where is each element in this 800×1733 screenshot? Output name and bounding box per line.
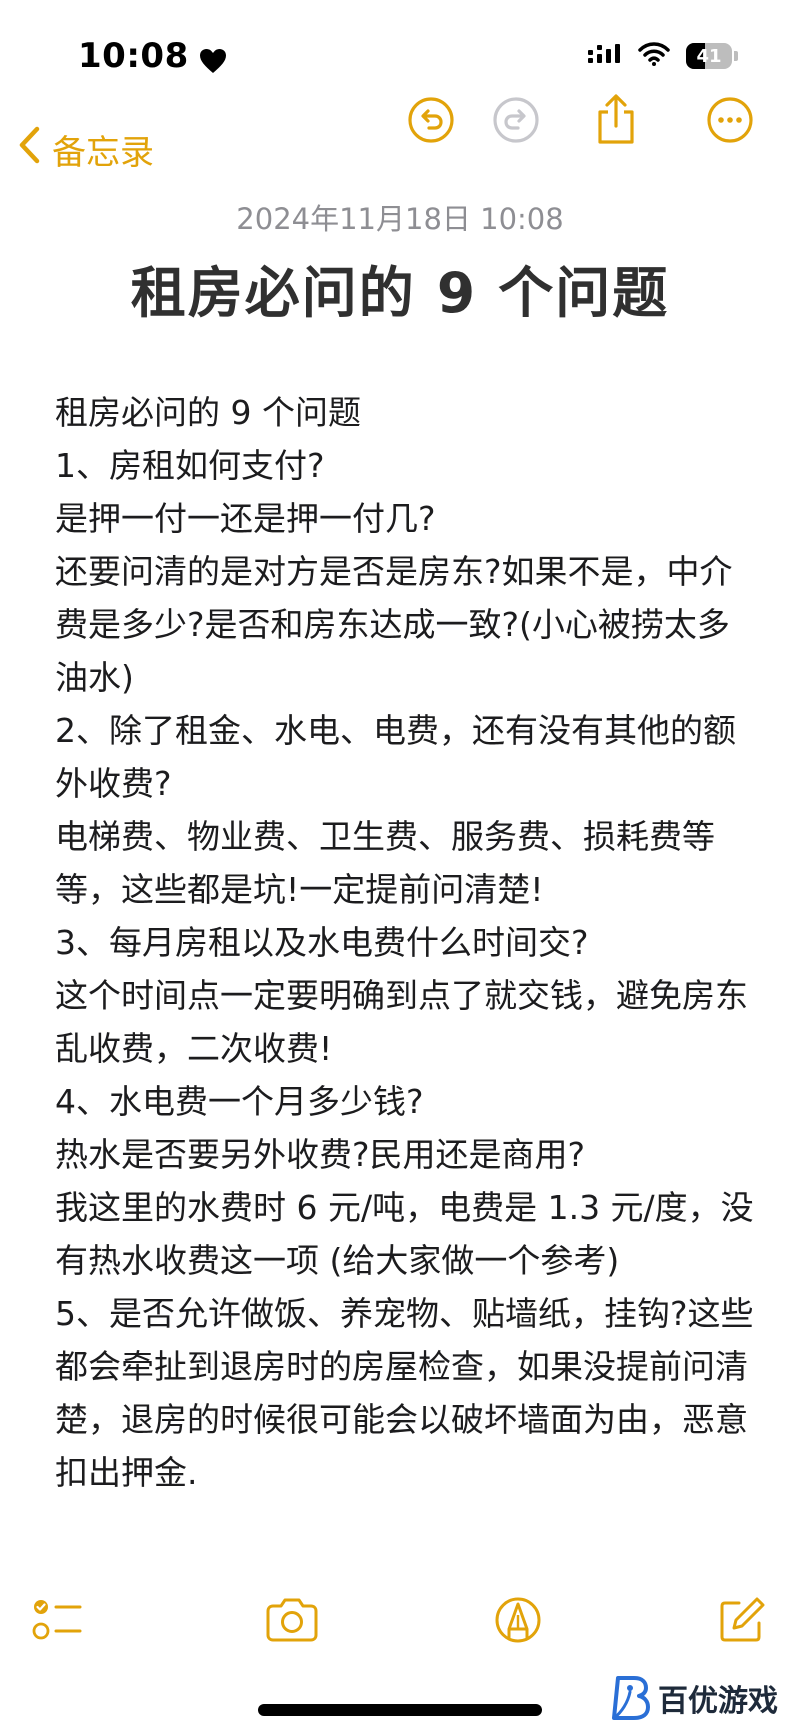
wifi-icon bbox=[638, 42, 670, 70]
checklist-icon[interactable] bbox=[28, 1590, 88, 1650]
note-line: 3、每月房租以及水电费什么时间交? bbox=[55, 923, 589, 962]
note-line: 2、除了租金、水电、电费，还有没有其他的额外收费? bbox=[55, 711, 736, 803]
watermark-logo-icon bbox=[608, 1672, 652, 1724]
battery-icon: 41 bbox=[686, 43, 732, 69]
nav-bar: 备忘录 bbox=[0, 94, 800, 195]
camera-icon[interactable] bbox=[262, 1590, 322, 1650]
undo-icon[interactable] bbox=[405, 94, 457, 146]
note-line: 热水是否要另外收费?民用还是商用? bbox=[55, 1135, 586, 1174]
bottom-toolbar bbox=[0, 1590, 800, 1650]
redo-icon[interactable] bbox=[490, 94, 542, 146]
note-line: 1、房租如何支付? bbox=[55, 446, 325, 485]
note-line: 我这里的水费时 6 元/吨，电费是 1.3 元/度，没有热水收费这一项 (给大家… bbox=[55, 1188, 754, 1280]
battery-level: 41 bbox=[696, 45, 722, 67]
battery-group: 41 bbox=[686, 43, 738, 69]
more-icon[interactable] bbox=[704, 94, 756, 146]
watermark-text: 百优游戏 bbox=[658, 1684, 778, 1719]
chevron-left-icon bbox=[18, 126, 52, 173]
note-line: 还要问清的是对方是否是房东?如果不是，中介费是多少?是否和房东达成一致?(小心被… bbox=[55, 552, 733, 697]
markup-icon[interactable] bbox=[488, 1590, 548, 1650]
back-label: 备忘录 bbox=[52, 133, 154, 173]
cellular-signal-icon bbox=[588, 43, 622, 69]
compose-icon[interactable] bbox=[712, 1590, 772, 1650]
status-indicators: 41 bbox=[588, 42, 738, 70]
share-icon[interactable] bbox=[590, 94, 642, 146]
heart-icon bbox=[199, 43, 227, 73]
note-line: 是押一付一还是押一付几? bbox=[55, 499, 436, 538]
home-indicator[interactable] bbox=[258, 1704, 542, 1716]
status-bar: 10:08 41 bbox=[0, 0, 800, 100]
note-line: 租房必问的 9 个问题 bbox=[55, 393, 361, 432]
note-body[interactable]: 租房必问的 9 个问题 1、房租如何支付? 是押一付一还是押一付几? 还要问清的… bbox=[55, 386, 755, 1499]
note-title[interactable]: 租房必问的 9 个问题 bbox=[0, 248, 800, 328]
back-button[interactable]: 备忘录 bbox=[18, 125, 154, 174]
watermark: 百优游戏 bbox=[608, 1672, 778, 1724]
note-line: 4、水电费一个月多少钱? bbox=[55, 1082, 424, 1121]
note-date: 2024年11月18日 10:08 bbox=[236, 202, 564, 236]
note-line: 5、是否允许做饭、养宠物、贴墙纸，挂钩?这些都会牵扯到退房时的房屋检查，如果没提… bbox=[55, 1294, 754, 1492]
note-line: 这个时间点一定要明确到点了就交钱，避免房东乱收费，二次收费! bbox=[55, 976, 748, 1068]
battery-cap bbox=[734, 51, 738, 61]
status-time: 10:08 bbox=[78, 36, 189, 76]
note-line: 电梯费、物业费、卫生费、服务费、损耗费等等，这些都是坑!一定提前问清楚! bbox=[55, 817, 715, 909]
status-time-group: 10:08 bbox=[78, 36, 227, 76]
